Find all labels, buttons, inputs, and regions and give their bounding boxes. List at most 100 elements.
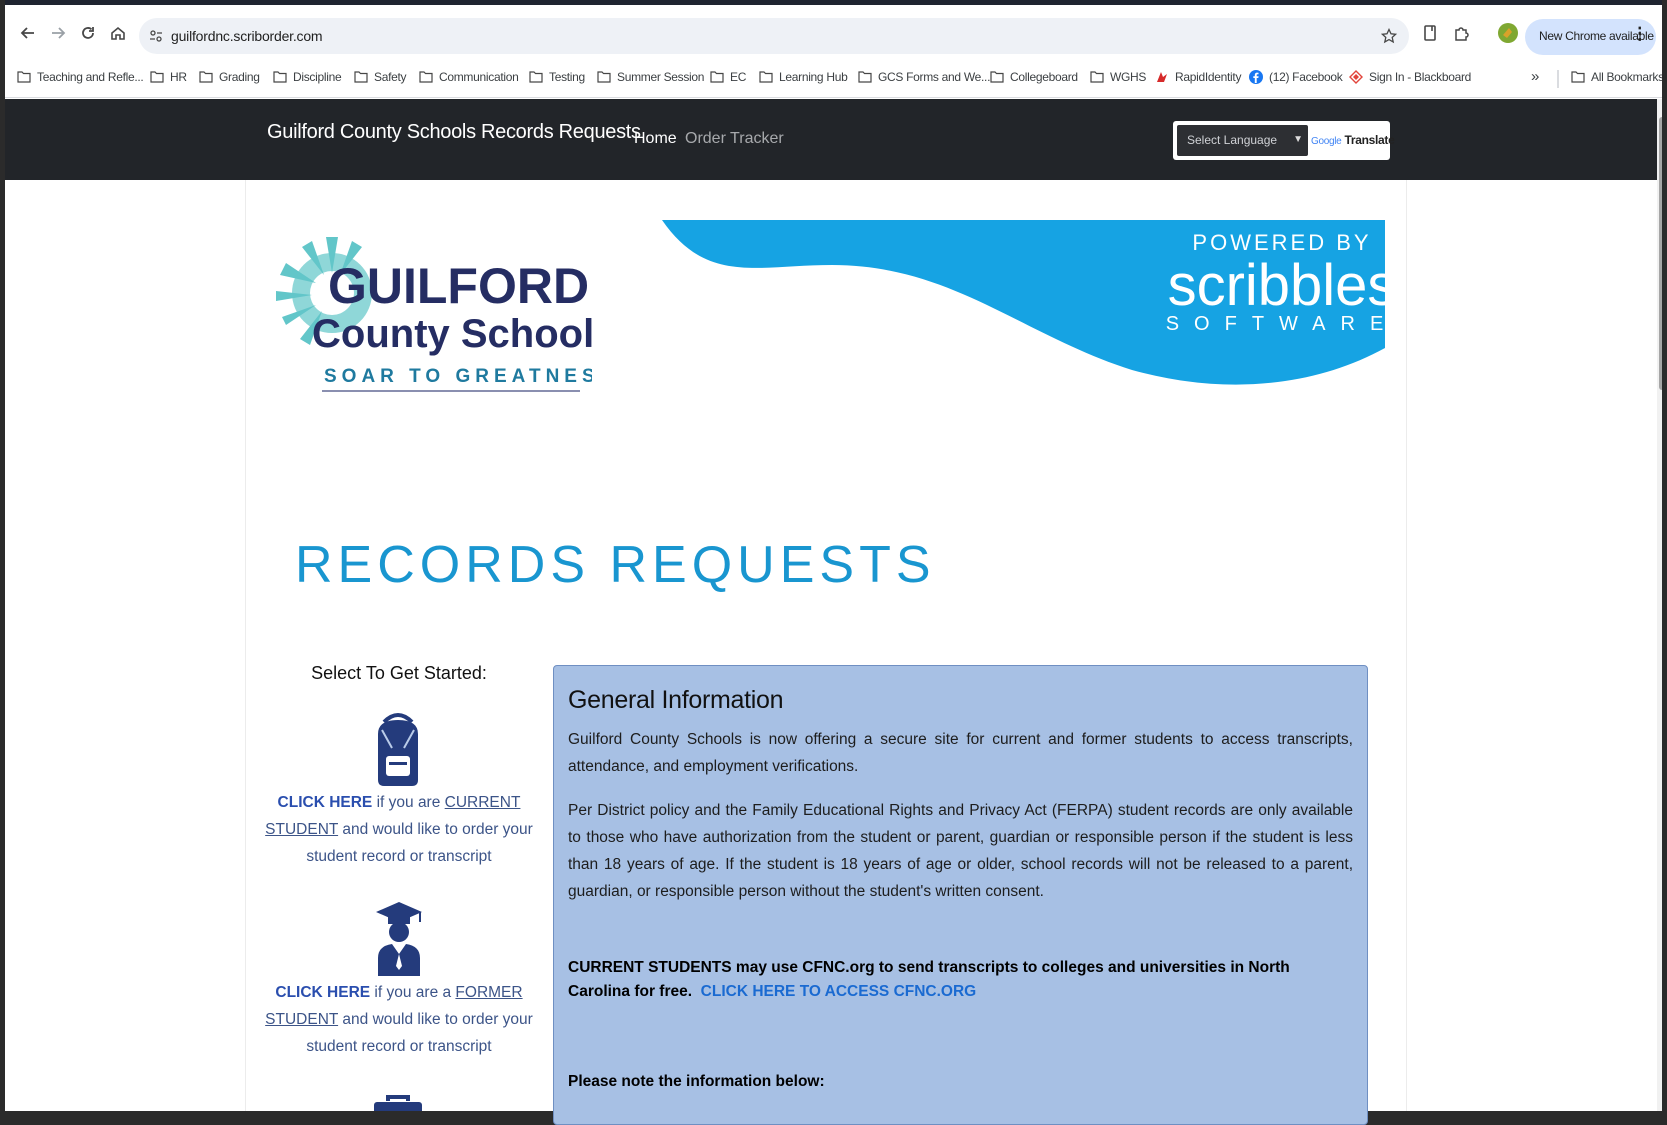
- google-wordmark: Google: [1311, 136, 1342, 147]
- bookmark-item[interactable]: HR: [150, 70, 187, 84]
- powered-by-banner: POWERED BY scribbles SOFTWARE: [662, 220, 1385, 385]
- folder-icon: [858, 71, 872, 83]
- back-icon[interactable]: [15, 20, 41, 46]
- profile-avatar[interactable]: [1495, 20, 1521, 46]
- site-info-icon[interactable]: [149, 29, 163, 43]
- all-bookmarks-label: All Bookmarks: [1591, 70, 1662, 84]
- bookmark-label: RapidIdentity: [1175, 70, 1242, 84]
- current-student-cta[interactable]: CLICK HERE: [278, 794, 373, 811]
- bookmark-label: GCS Forms and We...: [878, 70, 991, 84]
- chevron-down-icon: ▼: [1293, 134, 1303, 145]
- extensions-icon[interactable]: [1449, 20, 1475, 46]
- bookmark-label: Discipline: [293, 70, 342, 84]
- bookmark-label: Sign In - Blackboard: [1369, 70, 1472, 84]
- home-icon[interactable]: [105, 20, 131, 46]
- bookmark-label: Communication: [439, 70, 519, 84]
- bookmark-item[interactable]: Summer Session: [597, 70, 704, 84]
- google-translate-label: Google Translate: [1311, 133, 1395, 147]
- general-information-panel: General Information Guilford County Scho…: [553, 665, 1368, 1125]
- scribbles-wordmark: scribbles: [1168, 253, 1385, 318]
- folder-icon: [419, 71, 433, 83]
- reading-mode-icon[interactable]: [1417, 20, 1443, 46]
- bookmark-item[interactable]: (12) Facebook: [1249, 70, 1343, 84]
- former-student-cta[interactable]: CLICK HERE: [275, 984, 370, 1001]
- bookmarks-divider: [1557, 70, 1559, 88]
- folder-icon: [199, 71, 213, 83]
- bookmark-item[interactable]: RapidIdentity: [1155, 70, 1241, 84]
- folder-icon: [759, 71, 773, 83]
- bookmark-item[interactable]: Learning Hub: [759, 70, 848, 84]
- forward-icon[interactable]: [45, 20, 71, 46]
- current-student-post: and would like to order your student rec…: [306, 821, 533, 865]
- briefcase-icon[interactable]: [370, 1093, 426, 1111]
- general-info-intro: Guilford County Schools is now offering …: [568, 731, 1353, 775]
- bookmark-label: WGHS: [1110, 70, 1147, 84]
- folder-icon: [1090, 71, 1104, 83]
- bookmark-label: (12) Facebook: [1269, 70, 1343, 84]
- cfnc-link[interactable]: CLICK HERE TO ACCESS CFNC.ORG: [701, 983, 977, 1000]
- bookmark-star-icon[interactable]: [1381, 28, 1397, 44]
- bookmark-label: EC: [730, 70, 747, 84]
- folder-icon: [597, 71, 611, 83]
- blackboard-icon: [1349, 70, 1363, 84]
- bookmark-item[interactable]: Discipline: [273, 70, 342, 84]
- bookmark-item[interactable]: GCS Forms and We...: [858, 70, 990, 84]
- reload-icon[interactable]: [75, 20, 101, 46]
- guilford-logo: GUILFORD County Schools SOAR TO GREATNES…: [272, 225, 616, 400]
- general-info-ferpa: Per District policy and the Family Educa…: [568, 802, 1353, 900]
- language-select-value: Select Language: [1187, 133, 1278, 147]
- all-bookmarks-button[interactable]: All Bookmarks: [1571, 70, 1662, 84]
- bookmark-label: Collegeboard: [1010, 70, 1078, 84]
- former-student-option[interactable]: CLICK HERE if you are a FORMER STUDENT a…: [260, 979, 538, 1060]
- powered-by-text: POWERED BY: [1192, 230, 1371, 255]
- get-started-heading: Select To Get Started:: [311, 663, 487, 683]
- logo-line2: County Schools: [312, 312, 592, 356]
- folder-icon: [1571, 71, 1585, 83]
- bookmark-item[interactable]: Sign In - Blackboard: [1349, 70, 1471, 84]
- software-text: SOFTWARE: [1166, 313, 1385, 335]
- site-navbar: Guilford County Schools Records Requests…: [5, 99, 1657, 180]
- bookmark-item[interactable]: Grading: [199, 70, 260, 84]
- bookmarks-overflow-button[interactable]: »: [1531, 68, 1539, 85]
- page-scrollbar[interactable]: [1657, 99, 1662, 1111]
- page-title: RECORDS REQUESTS: [295, 536, 936, 594]
- url-text: guilfordnc.scriborder.com: [171, 28, 323, 44]
- site-brand[interactable]: Guilford County Schools Records Requests: [267, 121, 641, 144]
- facebook-icon: [1249, 70, 1263, 84]
- address-bar[interactable]: guilfordnc.scriborder.com: [139, 18, 1409, 54]
- folder-icon: [273, 71, 287, 83]
- new-chrome-available-button[interactable]: New Chrome available ⋮: [1525, 19, 1656, 55]
- bookmark-item[interactable]: WGHS: [1090, 70, 1146, 84]
- bookmark-label: Learning Hub: [779, 70, 848, 84]
- overflow-chevron-icon: »: [1531, 68, 1540, 85]
- folder-icon: [990, 71, 1004, 83]
- folder-icon: [17, 71, 31, 83]
- folder-icon: [150, 71, 164, 83]
- bookmark-label: Summer Session: [617, 70, 705, 84]
- bookmark-item[interactable]: Safety: [354, 70, 407, 84]
- current-student-option[interactable]: CLICK HERE if you are CURRENT STUDENT an…: [260, 789, 538, 870]
- scrollbar-thumb[interactable]: [1659, 117, 1662, 390]
- bookmark-item[interactable]: Teaching and Refle...: [17, 70, 144, 84]
- menu-dots-icon[interactable]: ⋮: [1631, 25, 1648, 42]
- former-student-pre: if you are a: [370, 984, 456, 1001]
- bookmark-item[interactable]: Collegeboard: [990, 70, 1078, 84]
- nav-home-link[interactable]: Home: [634, 130, 677, 148]
- nav-order-tracker-link[interactable]: Order Tracker: [685, 130, 784, 148]
- folder-icon: [354, 71, 368, 83]
- note-heading: Please note the information below:: [568, 1073, 825, 1090]
- former-student-post: and would like to order your student rec…: [306, 1011, 533, 1055]
- graduate-icon[interactable]: [374, 900, 424, 978]
- bookmarks-bar: Teaching and Refle... HR Grading Discipl…: [5, 60, 1662, 98]
- language-select[interactable]: Select Language ▼: [1177, 125, 1308, 156]
- logo-tagline: SOAR TO GREATNESS: [324, 366, 592, 387]
- cfnc-notice: CURRENT STUDENTS may use CFNC.org to sen…: [568, 956, 1353, 1004]
- folder-icon: [710, 71, 724, 83]
- bookmark-label: Safety: [374, 70, 407, 84]
- bookmark-label: Grading: [219, 70, 260, 84]
- backpack-icon[interactable]: [370, 710, 426, 788]
- bookmark-item[interactable]: Testing: [529, 70, 585, 84]
- bookmark-item[interactable]: EC: [710, 70, 746, 84]
- bookmark-item[interactable]: Communication: [419, 70, 519, 84]
- folder-icon: [529, 71, 543, 83]
